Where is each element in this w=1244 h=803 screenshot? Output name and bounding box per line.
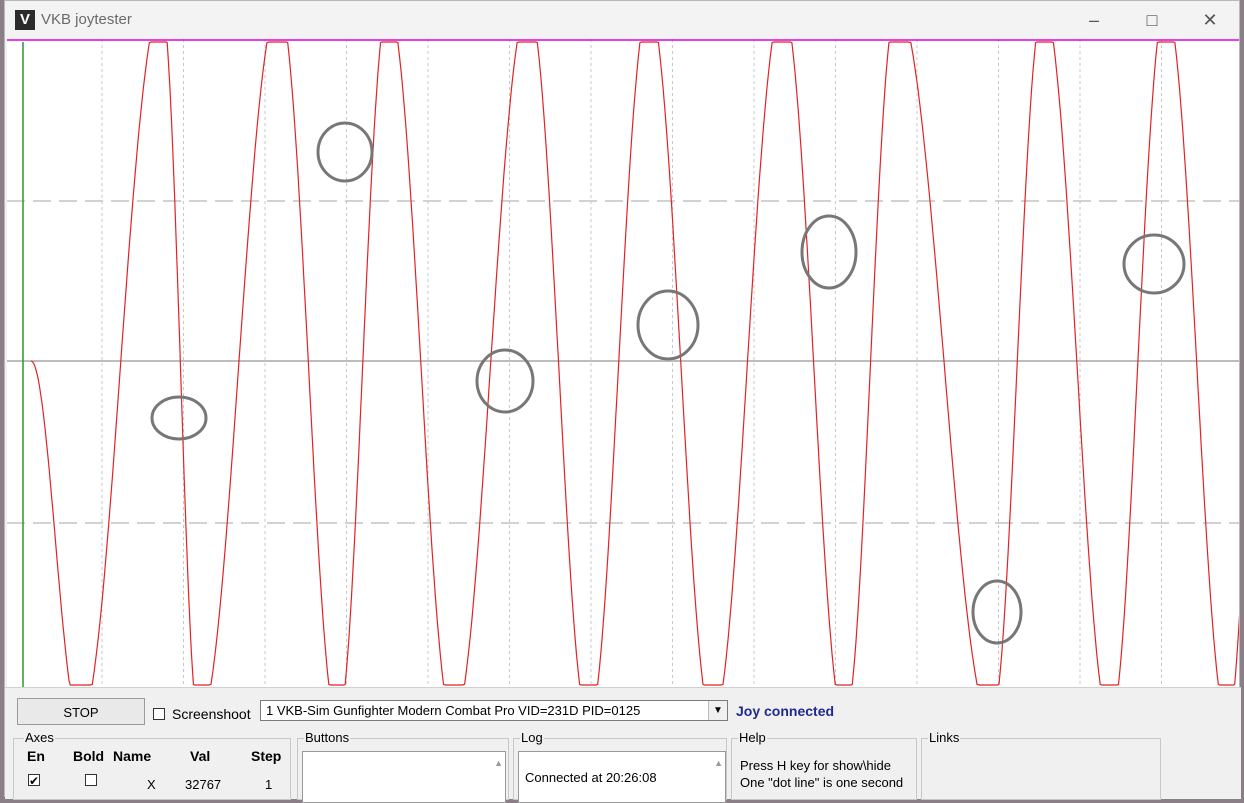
- annotation-circle: [636, 289, 700, 361]
- device-select[interactable]: 1 VKB-Sim Gunfighter Modern Combat Pro V…: [260, 700, 728, 721]
- axes-group: Axes En Bold Name Val Step ✔ X 32767 1: [13, 730, 291, 800]
- log-listbox[interactable]: Connected at 20:26:08 ▲: [518, 751, 726, 803]
- annotation-circle: [316, 121, 374, 183]
- help-text-1: Press H key for show\hide: [740, 758, 892, 773]
- buttons-group: Buttons ▲: [297, 730, 509, 803]
- plot-canvas: [7, 39, 1239, 687]
- buttons-listbox[interactable]: ▲: [302, 751, 506, 803]
- axes-header-name: Name: [113, 748, 152, 764]
- scroll-up-icon[interactable]: ▲: [714, 758, 723, 768]
- axes-header-step: Step: [251, 748, 282, 764]
- help-group-title: Help: [738, 730, 767, 745]
- axes-header-bold: Bold: [73, 748, 105, 764]
- buttons-group-title: Buttons: [304, 730, 351, 745]
- links-group-title: Links: [928, 730, 961, 745]
- axes-group-title: Axes: [24, 730, 55, 745]
- log-line: Connected at 20:26:08: [525, 770, 657, 785]
- title-bar[interactable]: V VKB joytester – □ ✕: [5, 1, 1239, 39]
- device-select-value: 1 VKB-Sim Gunfighter Modern Combat Pro V…: [266, 703, 641, 718]
- axis-value: 32767: [185, 777, 222, 792]
- annotation-circle: [150, 395, 208, 441]
- annotation-circle: [1122, 233, 1186, 295]
- maximize-icon[interactable]: □: [1123, 1, 1181, 39]
- annotation-circle: [475, 348, 535, 414]
- control-panel: STOP Screenshoot 1 VKB-Sim Gunfighter Mo…: [5, 687, 1241, 803]
- axis-enable-checkbox[interactable]: ✔: [28, 774, 40, 787]
- close-icon[interactable]: ✕: [1181, 1, 1239, 39]
- help-group: Help Press H key for show\hide One "dot …: [731, 730, 917, 800]
- axes-header-val: Val: [190, 748, 211, 764]
- stop-button[interactable]: STOP: [17, 698, 145, 725]
- links-group: Links: [921, 730, 1161, 800]
- annotation-circle: [800, 214, 858, 290]
- joy-status: Joy connected: [736, 703, 835, 719]
- chevron-down-icon[interactable]: ▼: [708, 701, 727, 720]
- axis-bold-checkbox[interactable]: [85, 774, 97, 786]
- scroll-up-icon[interactable]: ▲: [494, 758, 503, 768]
- help-text-2: One "dot line" is one second: [740, 775, 904, 790]
- screenshoot-checkbox[interactable]: [153, 708, 165, 720]
- minimize-icon[interactable]: –: [1065, 1, 1123, 39]
- vkb-logo-icon: V: [15, 10, 35, 30]
- signal-plot[interactable]: [7, 39, 1239, 687]
- signal-trace: [30, 41, 1239, 686]
- log-group-title: Log: [520, 730, 544, 745]
- axis-name: X: [147, 777, 156, 792]
- screenshoot-label: Screenshoot: [172, 706, 251, 722]
- log-group: Log Connected at 20:26:08 ▲: [513, 730, 727, 803]
- app-window: V VKB joytester – □ ✕ STOP Screenshoot 1…: [4, 0, 1241, 803]
- annotation-circle: [971, 579, 1023, 645]
- axes-header-en: En: [27, 748, 45, 764]
- axis-step: 1: [265, 777, 273, 792]
- window-title: VKB joytester: [41, 11, 132, 28]
